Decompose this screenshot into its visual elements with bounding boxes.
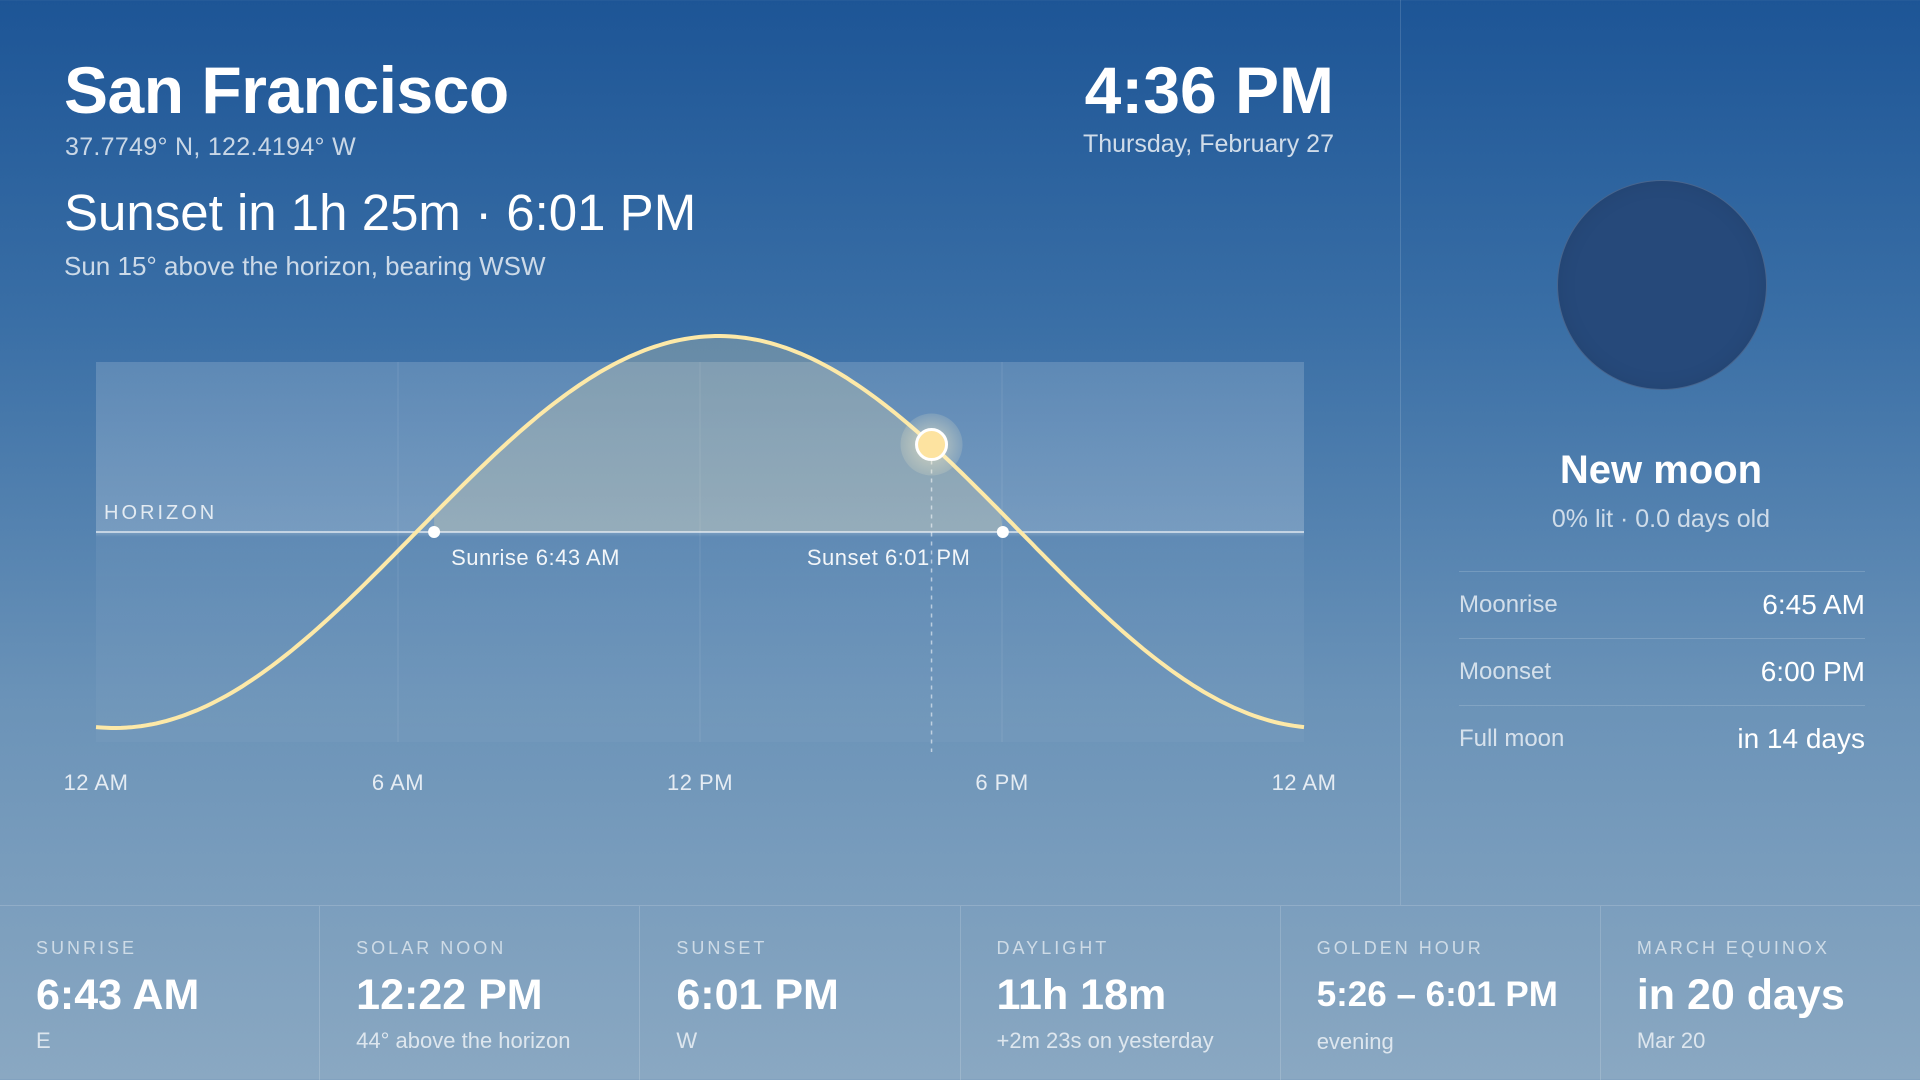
moon-row-moonset: Moonset 6:00 PM [1459, 638, 1865, 705]
stat-sunset: SUNSET 6:01 PM W [640, 906, 961, 1080]
moon-phase-icon [1557, 180, 1767, 390]
stat-label: SUNRISE [36, 938, 138, 958]
main-panel: San Francisco 37.7749° N, 122.4194° W 4:… [0, 0, 1400, 905]
moon-phase-name: New moon [1559, 448, 1763, 492]
stat-note: E [36, 1028, 51, 1053]
stat-sunrise: SUNRISE 6:43 AM E [0, 906, 321, 1080]
moon-row-moonrise: Moonrise 6:45 AM [1459, 571, 1865, 638]
x-axis-tick: 12 AM [1271, 770, 1337, 795]
stat-label: SUNSET [676, 938, 768, 958]
stat-value: 5:26 – 6:01 PM [1316, 975, 1558, 1014]
moon-row-label: Moonrise [1459, 591, 1558, 618]
moon-panel: New moon 0% lit · 0.0 days old Moonrise … [1400, 0, 1920, 905]
stat-daylight: DAYLIGHT 11h 18m +2m 23s on yesterday [961, 906, 1281, 1080]
sunrise-label: Sunrise 6:43 AM [451, 545, 621, 570]
stat-solar-noon: SOLAR NOON 12:22 PM 44° above the horizo… [320, 906, 641, 1080]
moon-row-label: Full moon [1459, 725, 1565, 752]
stat-note: +2m 23s on yesterday [996, 1028, 1214, 1053]
stat-value: 11h 18m [996, 971, 1167, 1019]
moon-phase-detail: 0% lit · 0.0 days old [1551, 505, 1771, 533]
stat-label: GOLDEN HOUR [1316, 938, 1484, 958]
stat-value: 6:01 PM [676, 971, 839, 1019]
x-axis-tick: 6 AM [371, 770, 425, 795]
stat-value: 12:22 PM [356, 971, 543, 1019]
sunset-label: Sunset 6:01 PM [806, 545, 971, 570]
sun-path-chart: HORIZON Sunrise 6:43 AM Sunset 6:01 PM 1… [0, 0, 1400, 905]
moon-details-list: Moonrise 6:45 AM Moonset 6:00 PM Full mo… [1459, 571, 1865, 772]
stat-note: evening [1316, 1029, 1394, 1054]
stat-value: 6:43 AM [36, 971, 200, 1019]
stat-golden-hour: GOLDEN HOUR 5:26 – 6:01 PM evening [1281, 906, 1601, 1080]
moon-row-full-moon: Full moon in 14 days [1459, 705, 1865, 772]
stat-label: DAYLIGHT [996, 938, 1110, 958]
moon-row-value: in 14 days [1737, 723, 1865, 754]
stat-label: SOLAR NOON [356, 938, 507, 958]
sun-marker [915, 428, 949, 462]
moon-row-value: 6:45 AM [1762, 589, 1865, 620]
x-axis-tick: 12 AM [63, 770, 129, 795]
stat-note: Mar 20 [1636, 1028, 1706, 1053]
stat-note: 44° above the horizon [356, 1028, 571, 1053]
stat-value: in 20 days [1636, 971, 1845, 1019]
stats-bar: SUNRISE 6:43 AM E SOLAR NOON 12:22 PM 44… [0, 905, 1920, 1080]
stat-label: MARCH EQUINOX [1636, 938, 1830, 958]
sunset-point [996, 526, 1009, 538]
x-axis-tick: 12 PM [666, 770, 734, 795]
stat-note: W [676, 1028, 698, 1053]
sunrise-point [428, 526, 441, 538]
moon-row-value: 6:00 PM [1760, 656, 1865, 687]
moon-row-label: Moonset [1459, 658, 1552, 685]
x-axis-tick: 6 PM [975, 770, 1029, 795]
horizon-label: HORIZON [104, 502, 218, 524]
stat-march-equinox: MARCH EQUINOX in 20 days Mar 20 [1601, 906, 1920, 1080]
